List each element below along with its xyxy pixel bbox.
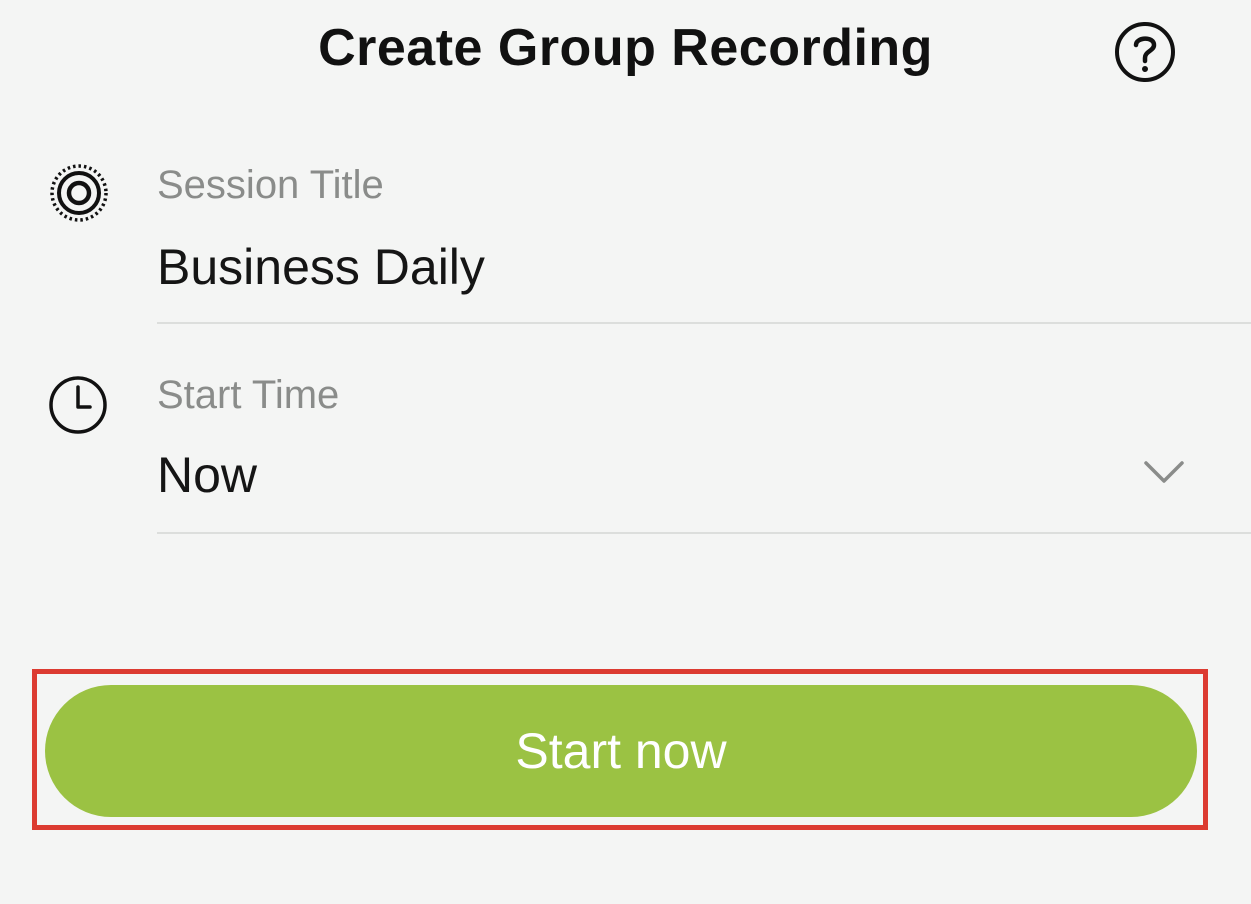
start-now-button[interactable]: Start now: [45, 685, 1197, 817]
page-title: Create Group Recording: [318, 19, 933, 77]
divider: [157, 532, 1251, 534]
start-now-label: Start now: [515, 723, 727, 779]
start-time-select[interactable]: Now: [157, 446, 257, 504]
clock-icon: [46, 373, 110, 437]
help-button[interactable]: [1113, 20, 1177, 84]
start-time-label: Start Time: [157, 373, 340, 417]
header-bar: Create Group Recording: [0, 0, 1251, 110]
question-circle-icon: [1115, 22, 1175, 82]
divider: [157, 322, 1251, 324]
chevron-down-icon[interactable]: [1140, 455, 1188, 489]
session-title-field[interactable]: [157, 160, 1251, 323]
broadcast-target-icon: [47, 161, 111, 225]
